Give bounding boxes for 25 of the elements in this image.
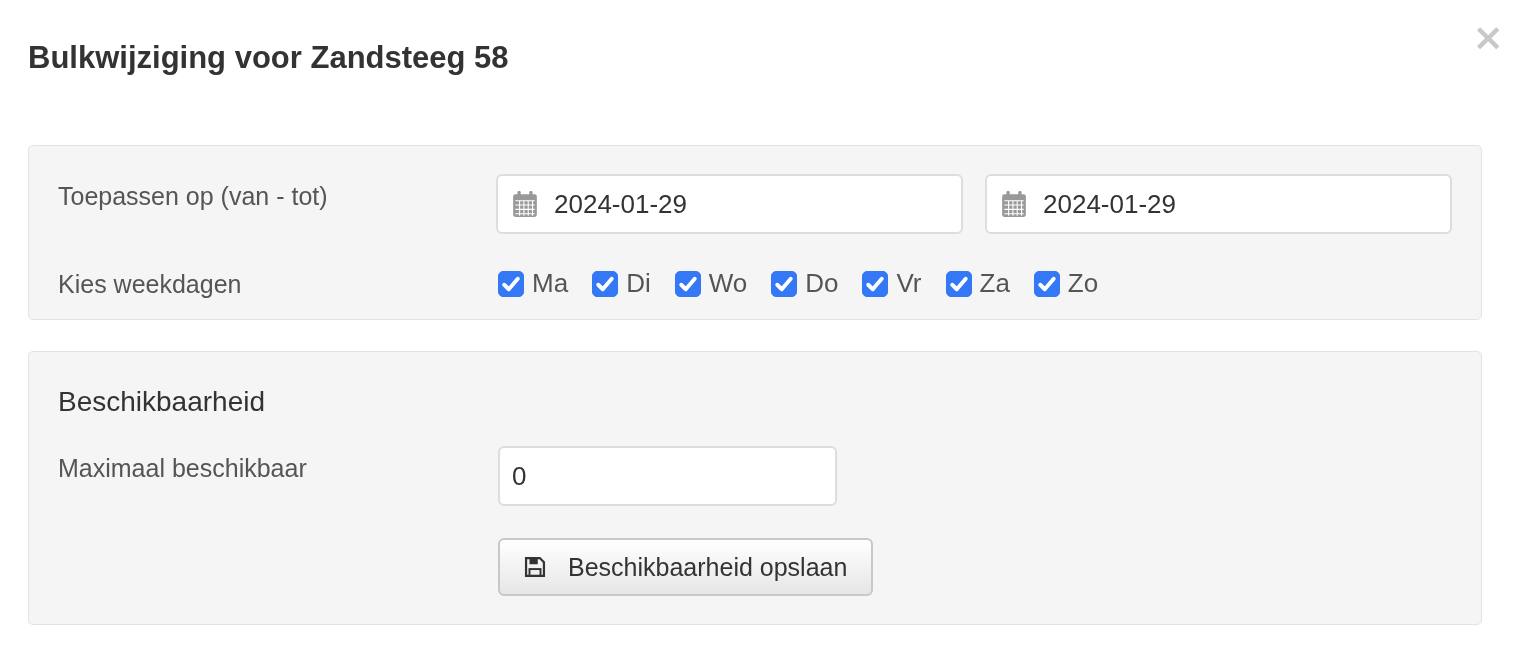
weekday-label: Ma <box>532 268 569 299</box>
calendar-icon <box>512 190 538 218</box>
checkbox[interactable] <box>862 270 889 297</box>
weekday-label: Do <box>805 268 839 299</box>
weekday-label: Za <box>979 268 1010 299</box>
checkbox[interactable] <box>498 270 524 297</box>
max-label: Maximaal beschikbaar <box>58 453 308 484</box>
checkbox[interactable] <box>945 270 972 297</box>
section-heading: Beschikbaarheid <box>58 386 267 418</box>
weekday-label: Vr <box>896 268 922 299</box>
dialog-title: Bulkwijziging voor Zandsteeg 58 <box>28 40 509 76</box>
save-button[interactable]: Beschikbaarheid opslaan <box>498 538 874 596</box>
calendar-icon <box>1001 190 1027 218</box>
weekdays-label: Kies weekdagen <box>58 269 243 299</box>
max-available-input[interactable]: 0 <box>498 446 837 506</box>
weekday-label: Wo <box>708 268 748 299</box>
range-label: Toepassen op (van - tot) <box>58 181 329 212</box>
checkbox[interactable] <box>1033 270 1060 297</box>
weekday-label: Di <box>626 268 651 299</box>
checkbox[interactable] <box>592 270 619 297</box>
start-date-field[interactable]: 2024-01-29 <box>496 174 963 234</box>
end-date-field[interactable]: 2024-01-29 <box>985 174 1452 234</box>
checkbox[interactable] <box>674 270 701 297</box>
weekday-label: Zo <box>1067 268 1099 299</box>
checkbox[interactable] <box>771 270 798 297</box>
